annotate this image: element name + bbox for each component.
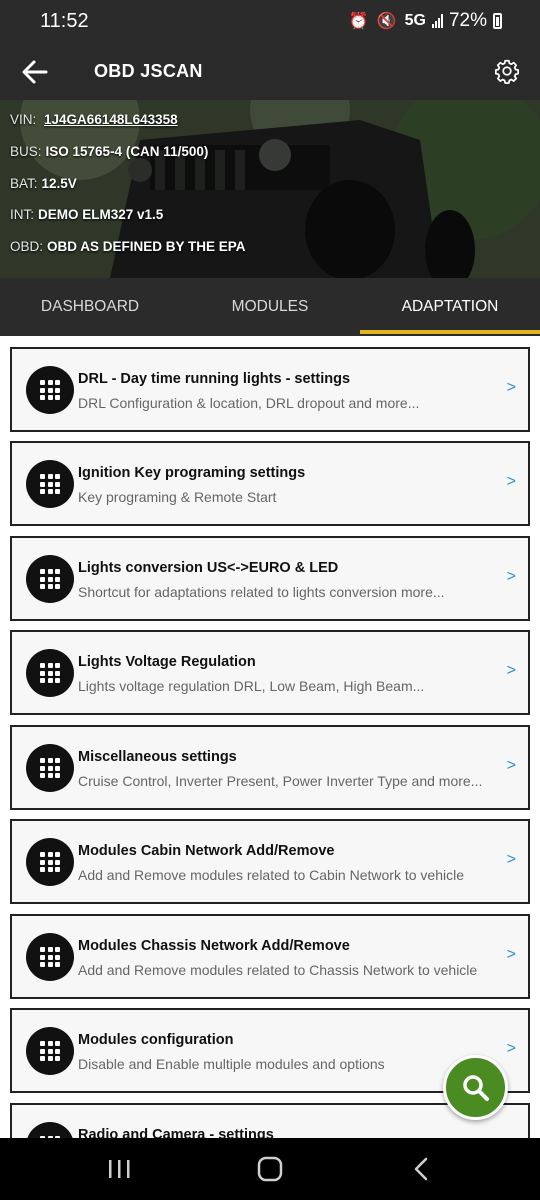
obd-row: OBD: OBD AS DEFINED BY THE EPA: [10, 239, 246, 254]
battery-row: BAT: 12.5V: [10, 176, 77, 191]
status-bar: 11:52 ⏰ 🔇 5G 72%: [0, 0, 540, 44]
list-item-subtitle: DRL Configuration & location, DRL dropou…: [78, 395, 420, 411]
bus-value: ISO 15765-4 (CAN 11/500): [45, 144, 209, 159]
list-item[interactable]: Lights Voltage Regulation Lights voltage…: [10, 630, 530, 715]
bus-label: BUS:: [10, 144, 42, 159]
chevron-right-icon: >: [506, 851, 516, 868]
home-button[interactable]: [250, 1154, 290, 1184]
settings-button[interactable]: [494, 58, 520, 84]
back-button[interactable]: [20, 58, 50, 86]
tab-adaptation[interactable]: ADAPTATION: [360, 278, 540, 336]
obd-value: OBD AS DEFINED BY THE EPA: [47, 239, 246, 254]
gear-icon: [494, 59, 520, 84]
chevron-right-icon: >: [506, 473, 516, 490]
list-item-title: Modules configuration: [78, 1032, 234, 1048]
chevron-right-icon: >: [506, 662, 516, 679]
vin-value[interactable]: 1J4GA66148L643358: [44, 112, 178, 127]
mute-icon: 🔇: [376, 13, 399, 30]
bat-label: BAT:: [10, 176, 38, 191]
chevron-right-icon: >: [506, 946, 516, 963]
system-nav-bar: [0, 1138, 540, 1200]
tab-bar: DASHBOARD MODULES ADAPTATION: [0, 278, 540, 336]
chevron-left-icon: [414, 1157, 428, 1181]
search-fab-button[interactable]: [443, 1055, 508, 1120]
alarm-icon: ⏰: [348, 13, 371, 30]
list-item-title: Ignition Key programing settings: [78, 465, 306, 481]
list-item-subtitle: Key programing & Remote Start: [78, 489, 277, 505]
battery-percent: 72%: [448, 10, 487, 31]
list-item[interactable]: Modules Chassis Network Add/Remove Add a…: [10, 914, 530, 999]
list-item[interactable]: Miscellaneous settings Cruise Control, I…: [10, 725, 530, 810]
list-item-title: Lights conversion US<->EURO & LED: [78, 560, 339, 576]
list-item[interactable]: Ignition Key programing settings Key pro…: [10, 441, 530, 526]
apps-grid-icon: [26, 1027, 74, 1075]
list-item-title: Lights Voltage Regulation: [78, 654, 256, 670]
int-label: INT:: [10, 207, 35, 222]
tab-dashboard[interactable]: DASHBOARD: [0, 278, 180, 336]
list-item-title: DRL - Day time running lights - settings: [78, 371, 351, 387]
chevron-right-icon: >: [506, 379, 516, 396]
page-title: OBD JSCAN: [94, 61, 203, 81]
adaptation-list: DRL - Day time running lights - settings…: [0, 336, 540, 1138]
bat-value: 12.5V: [41, 176, 77, 191]
list-item[interactable]: Modules Cabin Network Add/Remove Add and…: [10, 819, 530, 904]
list-item-subtitle: Lights voltage regulation DRL, Low Beam,…: [78, 678, 425, 694]
recents-button[interactable]: [99, 1154, 139, 1184]
bus-row: BUS: ISO 15765-4 (CAN 11/500): [10, 144, 208, 159]
list-item-title: Radio and Camera - settings: [78, 1127, 274, 1138]
interface-row: INT: DEMO ELM327 v1.5: [10, 207, 163, 222]
list-item-subtitle: Add and Remove modules related to Chassi…: [78, 962, 478, 978]
chevron-right-icon: >: [506, 568, 516, 585]
signal-icon: [431, 14, 443, 28]
tab-modules[interactable]: MODULES: [180, 278, 360, 336]
apps-grid-icon: [26, 1122, 74, 1138]
list-item-title: Modules Cabin Network Add/Remove: [78, 843, 335, 859]
list-item-title: Modules Chassis Network Add/Remove: [78, 938, 350, 954]
network-type: 5G: [404, 12, 426, 29]
vin-label: VIN:: [10, 112, 37, 127]
apps-grid-icon: [26, 555, 74, 603]
list-item-title: Miscellaneous settings: [78, 749, 237, 765]
list-item[interactable]: Lights conversion US<->EURO & LED Shortc…: [10, 536, 530, 621]
apps-grid-icon: [26, 460, 74, 508]
arrow-left-icon: [22, 60, 48, 84]
chevron-right-icon: >: [506, 757, 516, 774]
list-item-subtitle: Shortcut for adaptations related to ligh…: [78, 584, 445, 600]
vehicle-info-banner: VIN: 1J4GA66148L643358 BUS: ISO 15765-4 (…: [0, 100, 540, 278]
obd-label: OBD:: [10, 239, 44, 254]
list-item-subtitle: Add and Remove modules related to Cabin …: [78, 867, 464, 883]
apps-grid-icon: [26, 838, 74, 886]
search-icon: [463, 1075, 489, 1101]
apps-grid-icon: [26, 744, 74, 792]
status-time: 11:52: [40, 10, 89, 32]
back-nav-button[interactable]: [401, 1154, 441, 1184]
app-bar: OBD JSCAN: [0, 44, 540, 100]
list-item-subtitle: Disable and Enable multiple modules and …: [78, 1056, 385, 1072]
status-icons: ⏰ 🔇 5G 72%: [349, 10, 502, 32]
apps-grid-icon: [26, 366, 74, 414]
home-icon: [257, 1156, 283, 1182]
recents-icon: [109, 1160, 130, 1178]
list-item[interactable]: DRL - Day time running lights - settings…: [10, 347, 530, 432]
battery-icon: [493, 13, 502, 29]
chevron-right-icon: >: [506, 1040, 516, 1057]
list-item-subtitle: Cruise Control, Inverter Present, Power …: [78, 773, 483, 789]
apps-grid-icon: [26, 649, 74, 697]
int-value: DEMO ELM327 v1.5: [38, 207, 164, 222]
apps-grid-icon: [26, 933, 74, 981]
vin-row: VIN: 1J4GA66148L643358: [10, 112, 178, 127]
